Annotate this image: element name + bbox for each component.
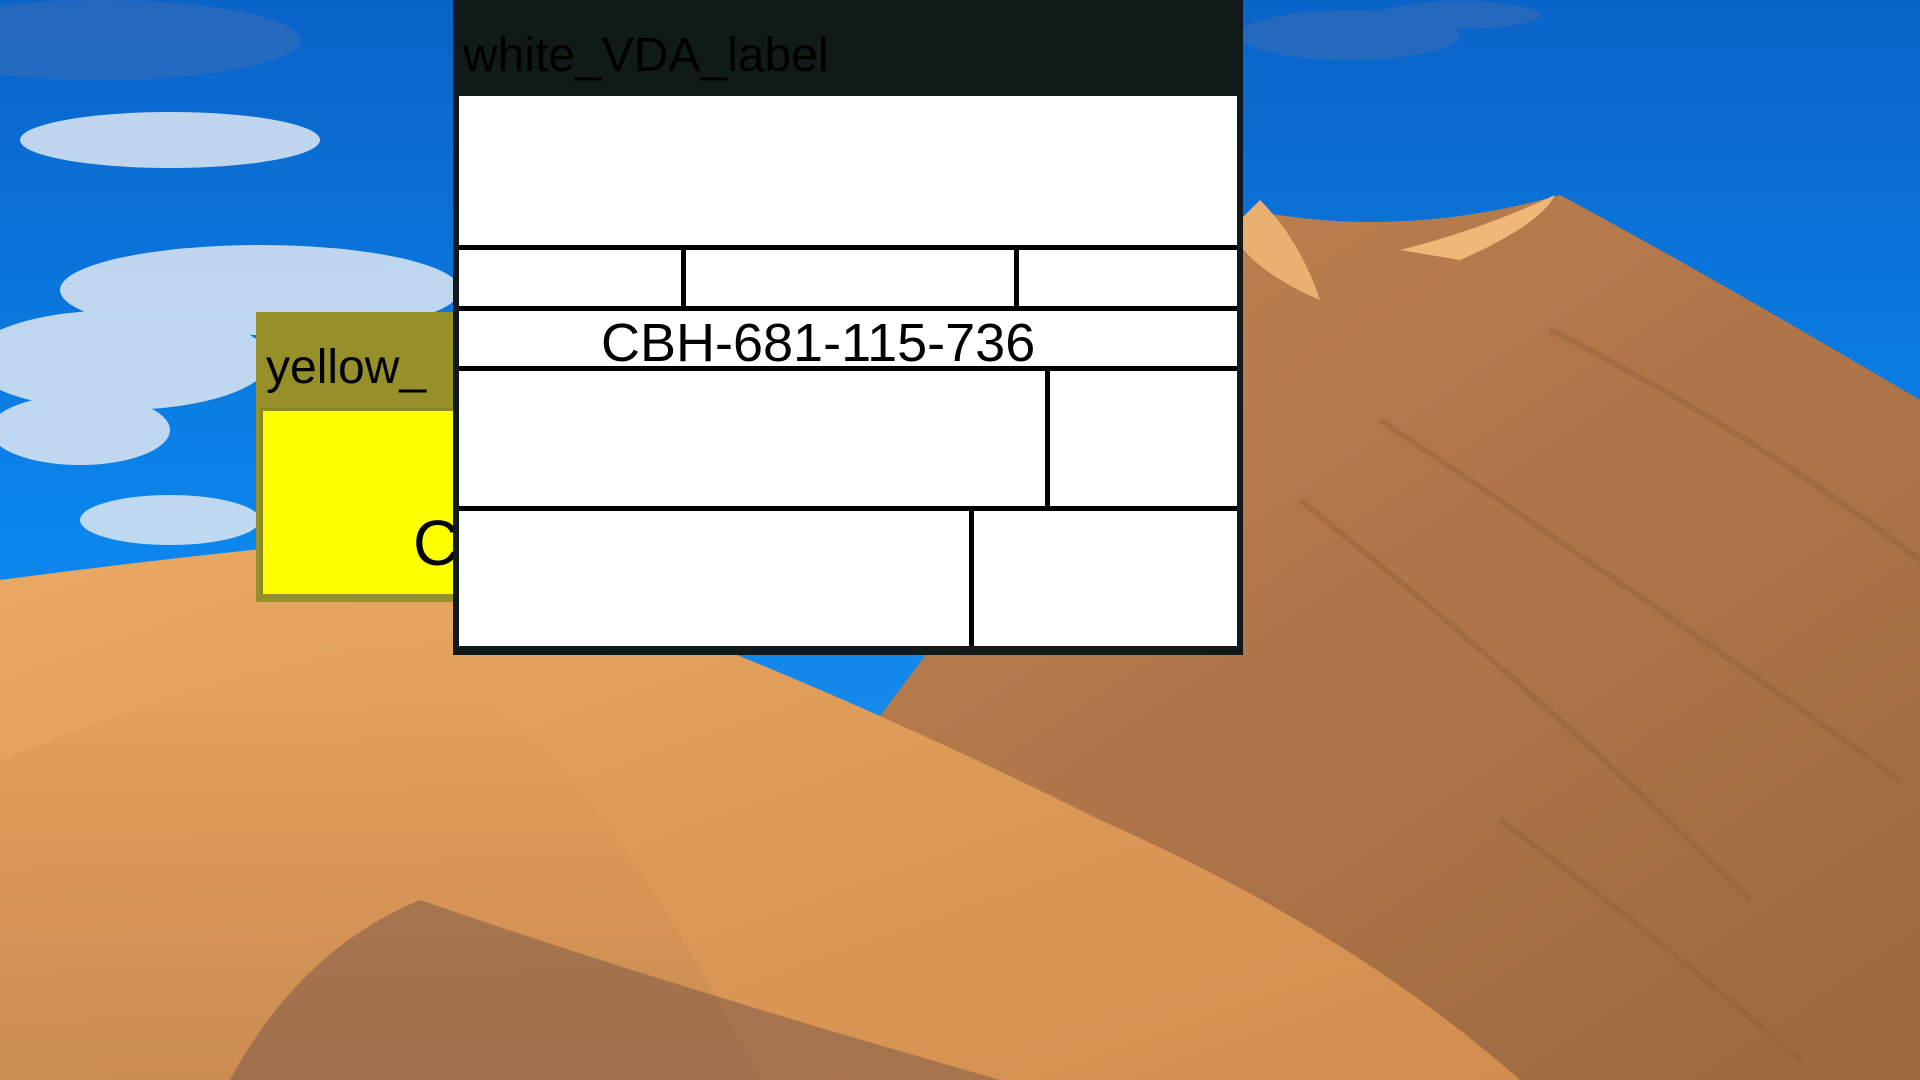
label-id-text: CBH-681-115-736 xyxy=(601,313,1036,373)
yellow-window[interactable]: yellow_ C xyxy=(256,312,476,602)
white-vda-label-window[interactable]: white_VDA_label CBH-681-115-736 xyxy=(453,0,1243,655)
white-window-title: white_VDA_label xyxy=(463,29,829,82)
yellow-window-body[interactable]: C xyxy=(260,408,476,594)
label-divider-4 xyxy=(459,506,1237,511)
label-divider-2 xyxy=(459,306,1237,311)
label-vdivider-2 xyxy=(1014,245,1019,307)
white-window-titlebar[interactable]: white_VDA_label xyxy=(453,0,1243,96)
yellow-window-title: yellow_ xyxy=(266,341,427,394)
label-vdivider-4 xyxy=(969,506,974,646)
label-vdivider-1 xyxy=(681,245,686,307)
label-divider-1 xyxy=(459,245,1237,250)
yellow-window-titlebar[interactable]: yellow_ xyxy=(256,312,476,404)
label-vdivider-3 xyxy=(1045,366,1050,508)
vda-label[interactable]: CBH-681-115-736 xyxy=(459,96,1237,646)
